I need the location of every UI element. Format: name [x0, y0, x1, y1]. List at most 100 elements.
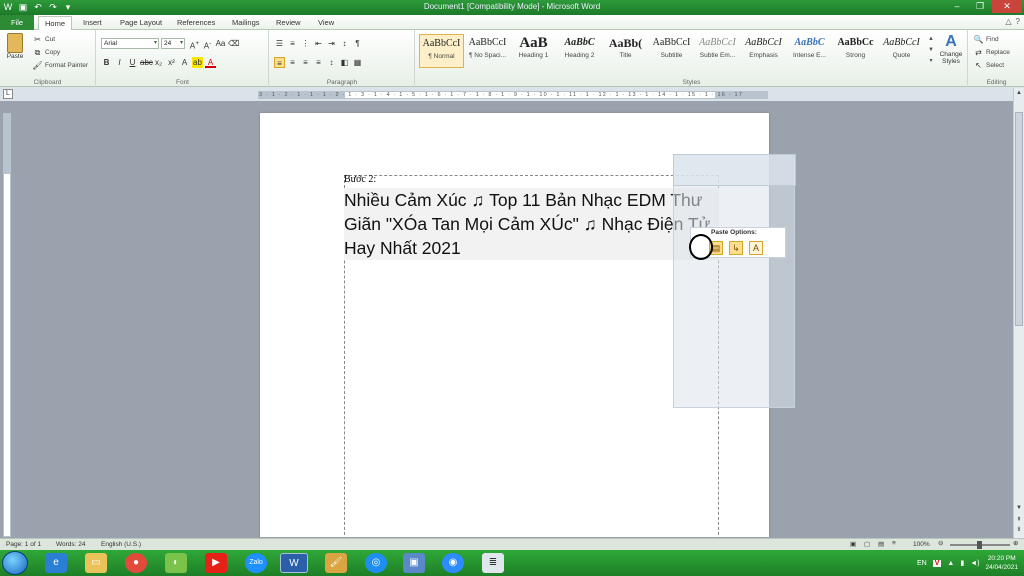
tab-file[interactable]: File [0, 15, 34, 30]
pasted-text[interactable]: Nhiều Cảm Xúc ♫ Top 11 Bản Nhạc EDM Thư … [344, 188, 719, 260]
youtube-icon[interactable]: ▶ [205, 553, 227, 573]
word-taskbar-icon[interactable]: W [280, 553, 308, 573]
tab-references[interactable]: References [171, 16, 221, 30]
align-center-icon[interactable]: ≡ [287, 57, 298, 68]
tab-selector[interactable]: L [3, 89, 13, 99]
paste-button[interactable]: Paste [4, 33, 26, 60]
subscript-icon[interactable]: x₂ [153, 57, 164, 68]
grow-font-icon[interactable]: A+ [189, 38, 200, 51]
font-size-combo[interactable]: 24 [161, 38, 185, 49]
chrome-icon[interactable]: ● [125, 553, 147, 573]
tab-mailings[interactable]: Mailings [226, 16, 266, 30]
change-case-icon[interactable]: Aa [215, 38, 226, 49]
paint-icon[interactable]: 🖌 [325, 553, 347, 573]
app-icon[interactable]: ◐ [165, 553, 187, 573]
decrease-indent-icon[interactable]: ⇤ [313, 38, 324, 49]
increase-indent-icon[interactable]: ⇥ [326, 38, 337, 49]
zoom-level[interactable]: 100% [913, 541, 930, 548]
view-full-screen-icon[interactable]: ▢ [864, 540, 870, 548]
replace-button[interactable]: ⇄ Replace [973, 47, 1010, 58]
tab-insert[interactable]: Insert [77, 16, 108, 30]
minimize-ribbon-icon[interactable]: △ [1005, 17, 1011, 26]
unikey-icon[interactable]: V [932, 559, 942, 567]
minimize-button[interactable]: – [946, 0, 968, 13]
help-icon[interactable]: ? [1016, 17, 1020, 26]
copy-button[interactable]: ⧉ Copy [32, 47, 61, 58]
style-heading-1[interactable]: AaB Heading 1 [511, 34, 556, 68]
align-left-icon[interactable]: ≡ [274, 57, 285, 68]
style-no-spacing[interactable]: AaBbCcI ¶ No Spaci... [465, 34, 510, 68]
tray-expand-icon[interactable]: ▲ [947, 560, 954, 567]
multilevel-list-icon[interactable]: ⋮ [300, 38, 311, 49]
zalo-icon[interactable]: Zalo [245, 553, 267, 573]
vertical-ruler[interactable] [3, 113, 11, 537]
clear-formatting-icon[interactable]: ⌫ [228, 38, 239, 49]
style-normal[interactable]: AaBbCcI ¶ Normal [419, 34, 464, 68]
borders-icon[interactable]: ▦ [352, 57, 363, 68]
text-effects-icon[interactable]: A [179, 57, 190, 68]
start-button[interactable] [2, 551, 28, 575]
keep-text-only-icon[interactable]: A [749, 241, 763, 255]
prev-page-icon[interactable]: ⇞ [1015, 516, 1023, 525]
document-page[interactable]: Bước 2: Nhiều Cảm Xúc ♫ Top 11 Bản Nhạc … [260, 113, 796, 537]
style-intense-emphasis[interactable]: AaBbC Intense E... [787, 34, 832, 68]
sort-icon[interactable]: ↕ [339, 38, 350, 49]
style-title[interactable]: AaBb(Title [603, 34, 648, 68]
bullets-icon[interactable]: ☰ [274, 38, 285, 49]
style-strong[interactable]: AaBbCc Strong [833, 34, 878, 68]
word-count[interactable]: Words: 24 [56, 541, 86, 548]
scroll-down-icon[interactable]: ▼ [1015, 504, 1023, 513]
internet-explorer-icon[interactable]: e [45, 553, 67, 573]
scroll-thumb[interactable] [1015, 112, 1023, 326]
tab-page-layout[interactable]: Page Layout [114, 16, 168, 30]
styles-scroll-arrows[interactable]: ▲ ▼ ▾ [927, 34, 935, 68]
bold-icon[interactable]: B [101, 57, 112, 68]
view-draft-icon[interactable]: ≡ [892, 540, 896, 547]
strikethrough-icon[interactable]: abc [140, 57, 153, 68]
highlight-icon[interactable]: ab [192, 57, 203, 68]
page-count[interactable]: Page: 1 of 1 [6, 541, 41, 548]
format-painter-button[interactable]: 🖌 Format Painter [32, 60, 88, 71]
scroll-up-icon[interactable]: ▲ [1015, 89, 1023, 98]
italic-icon[interactable]: I [114, 57, 125, 68]
pc-icon[interactable]: ▣ [403, 553, 425, 573]
style-quote[interactable]: AaBbCcI Quote [879, 34, 924, 68]
style-heading-2[interactable]: AaBbC Heading 2 [557, 34, 602, 68]
change-styles-button[interactable]: A Change Styles [936, 33, 966, 65]
style-emphasis[interactable]: AaBbCcI Emphasis [741, 34, 786, 68]
underline-icon[interactable]: U [127, 57, 138, 68]
select-button[interactable]: ↖ Select [973, 60, 1004, 71]
zoom-in-icon[interactable]: ⊕ [1013, 539, 1018, 547]
network-icon[interactable]: ▮ [960, 559, 964, 567]
view-web-layout-icon[interactable]: ▤ [878, 540, 884, 548]
tab-review[interactable]: Review [270, 16, 307, 30]
shrink-font-icon[interactable]: A- [202, 38, 213, 51]
vertical-scrollbar[interactable]: ▲ ▼ ⇞ ⇟ [1013, 88, 1024, 538]
notepad-icon[interactable]: ≣ [482, 553, 504, 573]
zoom-out-icon[interactable]: ⊖ [938, 539, 943, 547]
language-indicator[interactable]: English (U.S.) [101, 541, 141, 548]
next-page-icon[interactable]: ⇟ [1015, 526, 1023, 535]
clock[interactable]: 20:20 PM 24/04/2021 [985, 554, 1018, 572]
shading-icon[interactable]: ◧ [339, 57, 350, 68]
view-print-layout-icon[interactable]: ▣ [850, 540, 856, 548]
numbering-icon[interactable]: ≡ [287, 38, 298, 49]
cut-button[interactable]: ✂ Cut [32, 34, 55, 45]
tab-home[interactable]: Home [38, 16, 73, 30]
find-button[interactable]: 🔍 Find [973, 34, 999, 45]
zoom-meeting-icon[interactable]: ◉ [442, 553, 464, 573]
superscript-icon[interactable]: x² [166, 57, 177, 68]
justify-icon[interactable]: ≡ [313, 57, 324, 68]
font-color-icon[interactable]: A [205, 57, 216, 68]
align-right-icon[interactable]: ≡ [300, 57, 311, 68]
zoom-app-icon[interactable]: ◎ [365, 553, 387, 573]
zoom-knob[interactable] [977, 541, 982, 549]
tab-view[interactable]: View [312, 16, 340, 30]
language-tray[interactable]: EN [917, 560, 927, 567]
line-spacing-icon[interactable]: ↕ [326, 57, 337, 68]
restore-button[interactable]: ❐ [969, 0, 991, 13]
volume-icon[interactable]: ◄) [970, 560, 979, 567]
close-button[interactable]: ✕ [992, 0, 1022, 13]
style-subtle-emphasis[interactable]: AaBbCcI Subtle Em... [695, 34, 740, 68]
style-subtitle[interactable]: AaBbCcI Subtitle [649, 34, 694, 68]
